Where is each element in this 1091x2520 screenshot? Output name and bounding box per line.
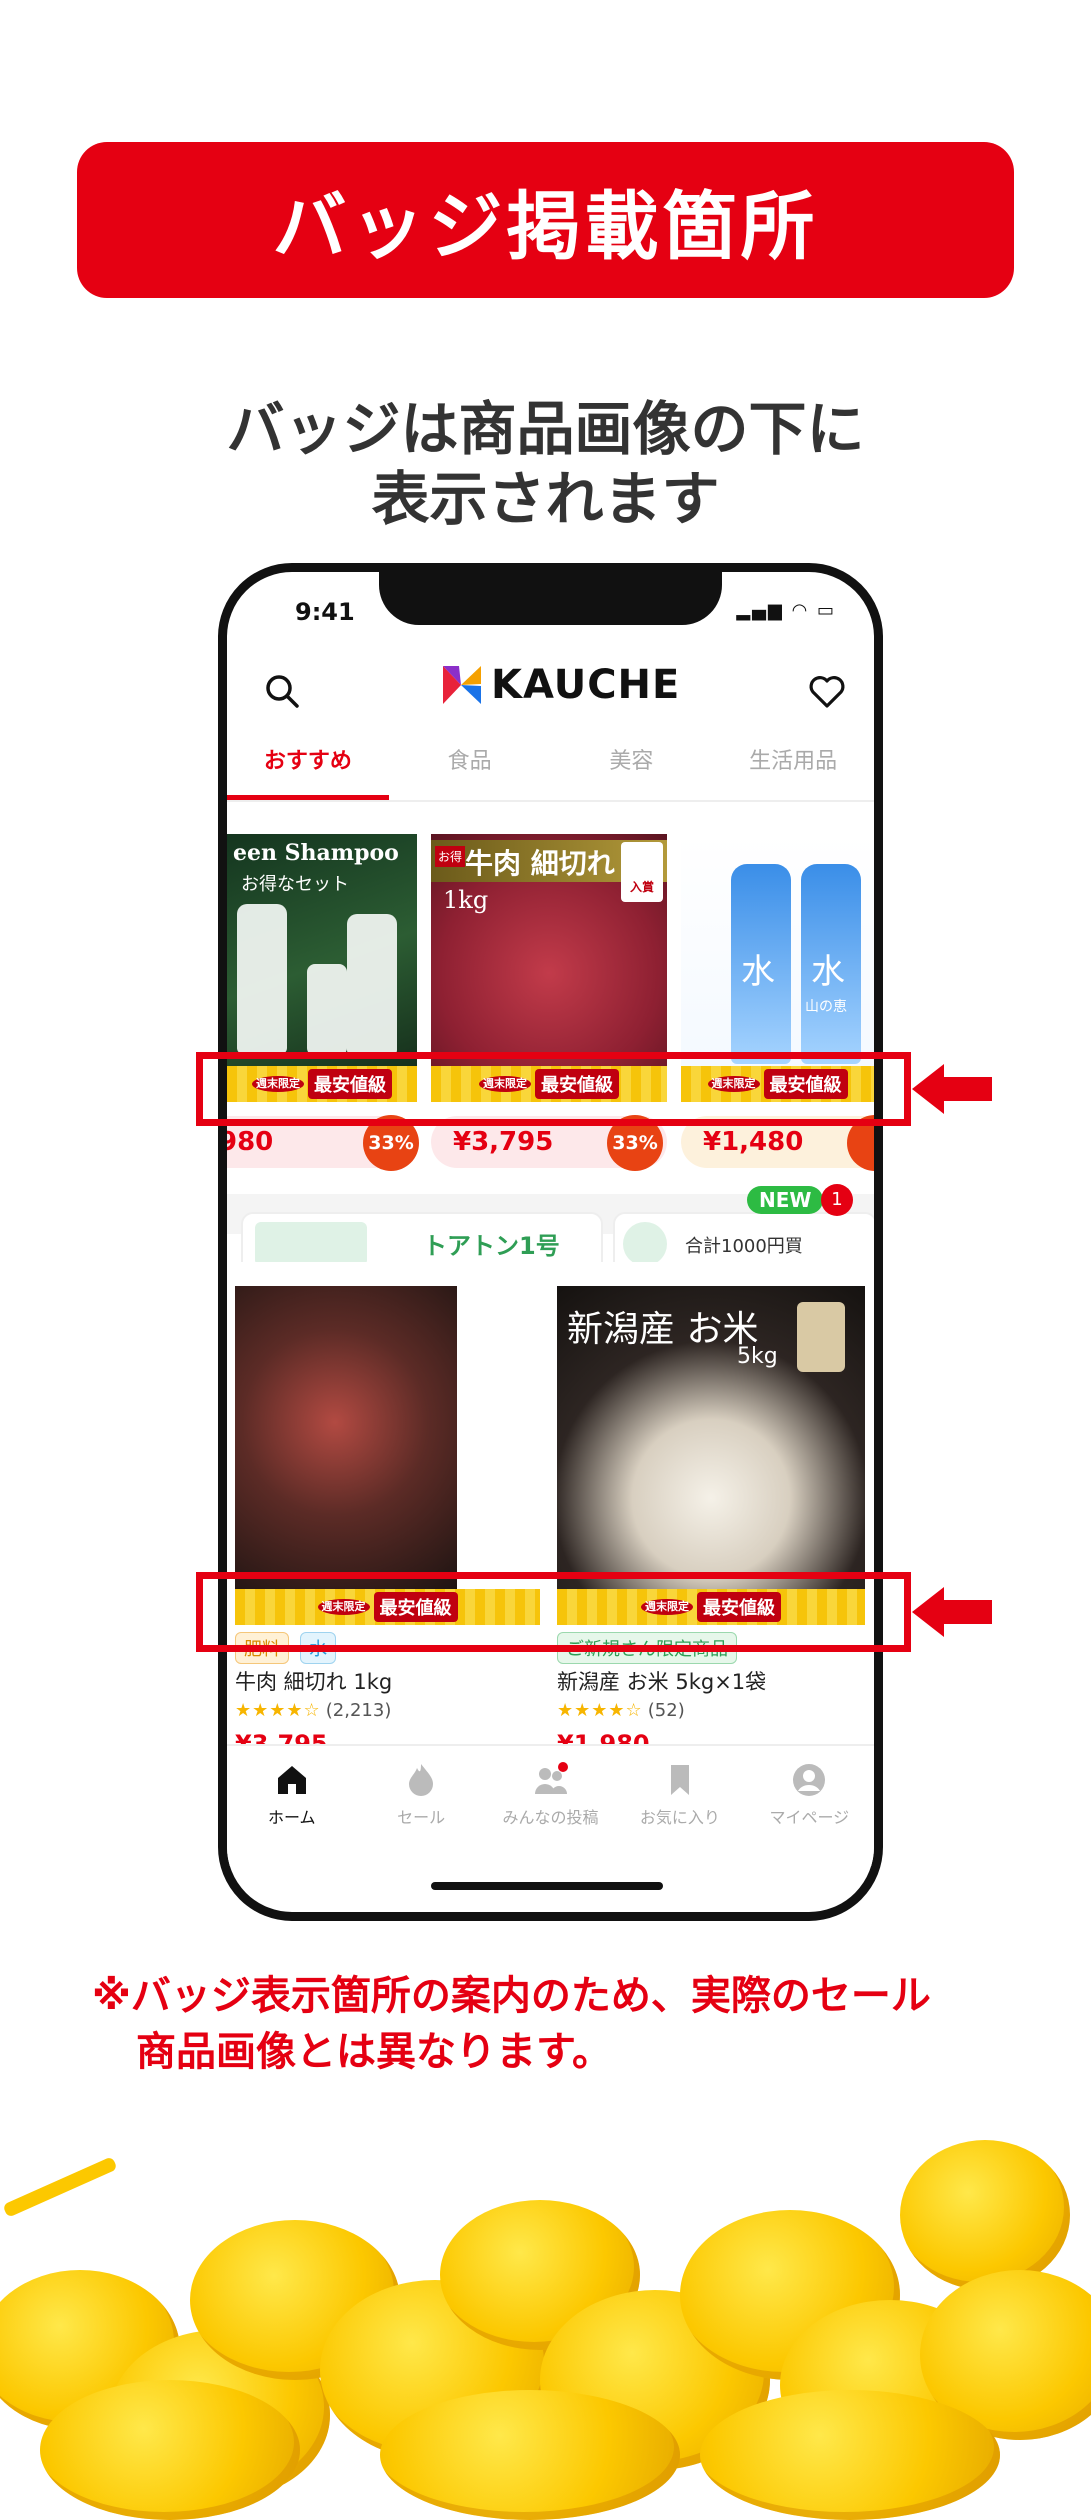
shampoo-subtitle: お得なセット xyxy=(241,874,349,895)
rating-stars-icon: ★★★★☆ xyxy=(235,1700,321,1721)
promo-thumb xyxy=(255,1222,367,1266)
product-rating: ★★★★☆ (2,213) xyxy=(235,1700,391,1721)
shampoo-title: een Shampoo xyxy=(233,840,399,866)
beef-tag: お得 xyxy=(435,846,466,867)
nav-label: セール xyxy=(397,1808,446,1827)
nav-home[interactable]: ホーム xyxy=(227,1746,356,1866)
tab-beauty[interactable]: 美容 xyxy=(551,730,713,800)
notification-count: 1 xyxy=(821,1184,853,1216)
badge-highlight-box xyxy=(196,1572,911,1652)
price-text: ¥1,480 xyxy=(703,1127,804,1157)
product-image-steak[interactable] xyxy=(235,1286,457,1589)
nav-favorites[interactable]: お気に入り xyxy=(615,1746,744,1866)
water-label: 水 xyxy=(811,952,845,992)
product-name[interactable]: 新潟産 お米 5kg×1袋 xyxy=(557,1666,766,1696)
header-banner: バッジ掲載箇所 xyxy=(77,142,1014,298)
product-image-beef[interactable]: お得 牛肉 細切れ 1kg 入賞 xyxy=(431,834,667,1066)
nav-label: マイページ xyxy=(769,1808,850,1827)
rating-stars-icon: ★★★★☆ xyxy=(557,1700,643,1721)
coin-shape xyxy=(900,2140,1070,2290)
beef-weight: 1kg xyxy=(443,886,489,914)
beef-title: 牛肉 細切れ xyxy=(465,847,615,880)
promo-title: トアトン1号 xyxy=(423,1232,560,1260)
award-ribbon: 入賞 xyxy=(621,842,663,902)
rating-count: (2,213) xyxy=(325,1700,392,1721)
nav-sale[interactable]: セール xyxy=(356,1746,485,1866)
price-text: ¥3,795 xyxy=(453,1127,554,1157)
product-image-water[interactable]: 水 水 山の恵 xyxy=(681,834,874,1066)
product-image-rice[interactable]: 新潟産 お米 5kg xyxy=(557,1286,865,1589)
tab-daily-goods[interactable]: 生活用品 xyxy=(712,730,874,800)
status-time: 9:41 xyxy=(295,598,355,626)
home-indicator xyxy=(431,1882,663,1890)
product-name[interactable]: 牛肉 細切れ 1kg xyxy=(235,1666,392,1696)
phone-notch xyxy=(379,572,722,625)
coin-edge-shape xyxy=(2,2156,118,2218)
award-label: 入賞 xyxy=(629,880,654,894)
bottle-shape xyxy=(307,964,347,1056)
coin-shape xyxy=(40,2380,300,2520)
price-text: 980 xyxy=(219,1127,274,1157)
heart-icon[interactable] xyxy=(807,672,847,716)
coins-decoration xyxy=(0,2120,1091,2520)
kauche-logo-icon xyxy=(439,662,485,708)
coin-shape xyxy=(700,2390,1000,2520)
promo-subtitle: 合計1000円買 xyxy=(685,1236,803,1257)
nav-label: ホーム xyxy=(267,1808,316,1827)
bottle-shape xyxy=(237,904,287,1054)
logo-text: KAUCHE xyxy=(491,662,681,708)
rice-bag-shape xyxy=(797,1302,845,1372)
rice-title: 新潟産 お米 xyxy=(567,1309,759,1350)
coin-shape xyxy=(380,2390,680,2520)
new-badge: NEW xyxy=(747,1186,824,1214)
phone-mockup: 9:41 ▂▄▆ ◠ ▭ KAUCHE おすすめ 食品 美容 生活用品 een … xyxy=(218,563,883,1921)
rating-count: (52) xyxy=(647,1700,685,1721)
banner-title: バッジ掲載箇所 xyxy=(272,183,819,270)
nav-label: お気に入り xyxy=(639,1808,720,1827)
bottle-shape xyxy=(347,914,397,1056)
nav-mypage[interactable]: マイページ xyxy=(745,1746,874,1866)
search-icon[interactable] xyxy=(263,672,303,716)
nav-posts[interactable]: みんなの投稿 xyxy=(486,1746,615,1866)
community-icon xyxy=(534,1762,568,1794)
arrow-left-icon xyxy=(912,1064,992,1114)
category-tabs: おすすめ 食品 美容 生活用品 xyxy=(227,730,874,802)
headline-line2: 表示されます xyxy=(371,465,720,533)
water-sublabel: 山の恵 xyxy=(805,999,847,1015)
user-icon xyxy=(793,1764,826,1796)
app-logo[interactable]: KAUCHE xyxy=(439,662,680,708)
arrow-left-icon xyxy=(912,1587,992,1637)
home-icon xyxy=(277,1766,306,1794)
water-label: 水 xyxy=(741,952,775,992)
bookmark-icon xyxy=(670,1765,689,1795)
promo-thumb xyxy=(623,1222,667,1266)
status-icons: ▂▄▆ ◠ ▭ xyxy=(736,600,836,621)
product-rating: ★★★★☆ (52) xyxy=(557,1700,685,1721)
tab-food[interactable]: 食品 xyxy=(389,730,551,800)
nav-label: みんなの投稿 xyxy=(502,1808,599,1827)
badge-highlight-box xyxy=(196,1052,911,1126)
rice-weight: 5kg xyxy=(737,1344,778,1369)
flame-icon xyxy=(409,1764,434,1796)
bottom-navigation: ホーム セール みんなの投稿 お気に入り マイページ xyxy=(227,1744,874,1866)
tab-recommended[interactable]: おすすめ xyxy=(227,730,389,800)
note-line2: 商品画像とは異なります。 xyxy=(136,2029,612,2075)
product-image-shampoo[interactable]: een Shampoo お得なセット xyxy=(227,834,417,1066)
note-line1: ※バッジ表示箇所の案内のため、実際のセール xyxy=(92,1973,931,2019)
